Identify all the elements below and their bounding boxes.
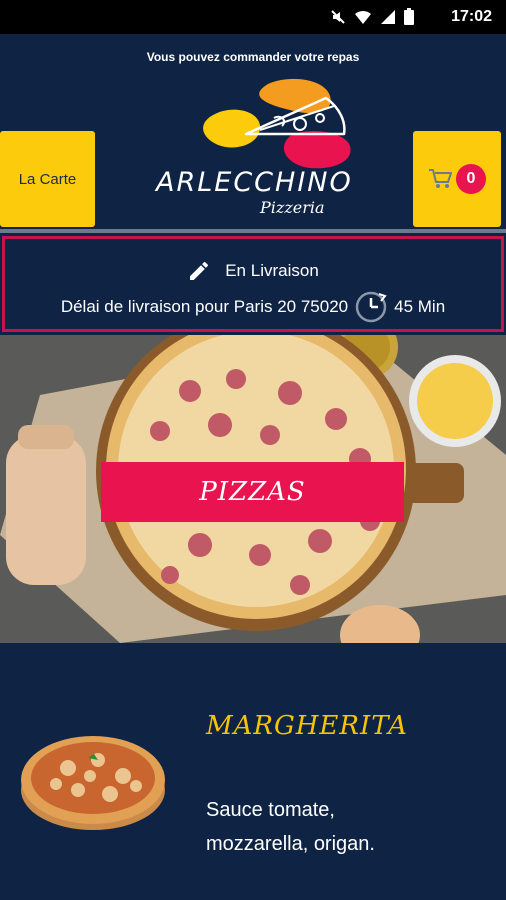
- pencil-icon[interactable]: [187, 259, 211, 283]
- header-divider: [0, 229, 506, 233]
- clock-icon: [355, 291, 387, 323]
- status-bar: 17:02: [0, 0, 506, 34]
- logo-subtitle: Pizzeria: [260, 198, 325, 217]
- app-header: Vous pouvez commander votre repas La Car…: [0, 34, 506, 230]
- cart-icon: [429, 169, 452, 188]
- product-item[interactable]: MARGHERITA Sauce tomate, mozzarella, ori…: [0, 643, 506, 900]
- wifi-icon: [355, 10, 371, 24]
- mute-icon: [331, 9, 345, 24]
- delivery-mode-row[interactable]: En Livraison: [5, 259, 501, 283]
- pizzas-category-card[interactable]: PIZZAS: [0, 335, 506, 643]
- delivery-time-row: Délai de livraison pour Paris 20 75020 4…: [5, 290, 501, 324]
- pizzas-banner[interactable]: PIZZAS: [101, 462, 404, 522]
- menu-button[interactable]: La Carte: [0, 131, 95, 227]
- clock: 17:02: [451, 8, 492, 25]
- order-notice: Vous pouvez commander votre repas: [146, 50, 360, 64]
- cart-button[interactable]: 0: [413, 131, 501, 227]
- delivery-area-text: Délai de livraison pour Paris 20 75020: [60, 297, 349, 316]
- cart-count-badge: 0: [456, 164, 486, 194]
- delivery-info-box[interactable]: En Livraison Délai de livraison pour Par…: [2, 236, 504, 332]
- battery-icon: [404, 8, 414, 25]
- signal-icon: [381, 9, 395, 24]
- menu-button-label: La Carte: [18, 170, 77, 188]
- margherita-photo: [21, 736, 165, 830]
- product-description: Sauce tomate, mozzarella, origan.: [206, 799, 375, 855]
- delivery-duration: 45 Min: [394, 297, 446, 316]
- product-name: MARGHERITA: [206, 711, 408, 741]
- status-icons: [330, 8, 414, 25]
- logo[interactable]: ARLECCHINO Pizzeria: [150, 74, 360, 224]
- logo-graphic: [203, 78, 351, 169]
- logo-title: ARLECCHINO: [156, 167, 353, 198]
- delivery-mode: En Livraison: [225, 261, 319, 280]
